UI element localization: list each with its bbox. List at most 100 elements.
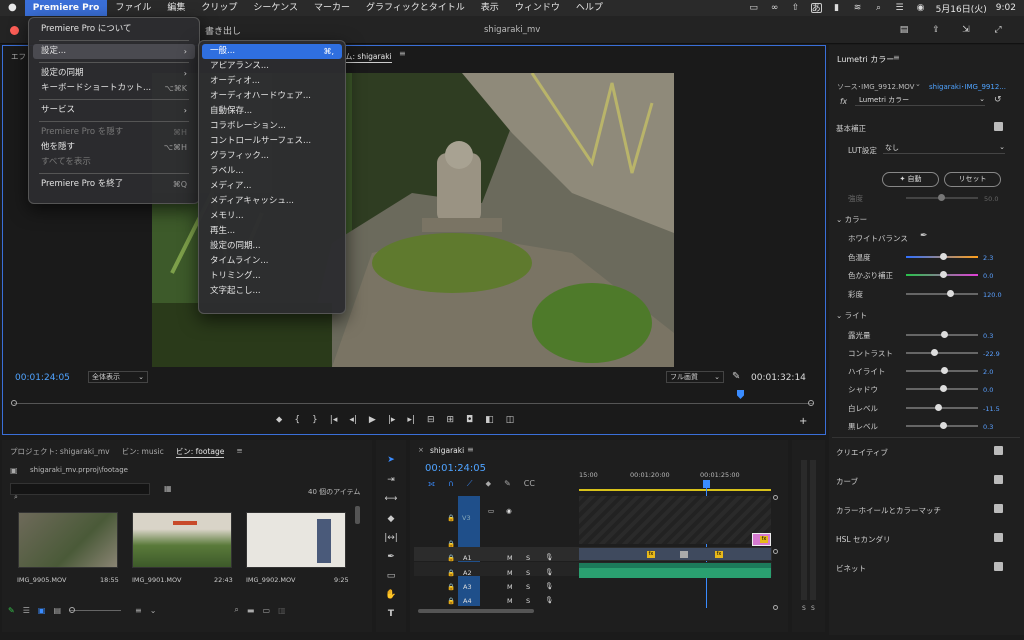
add-marker-icon[interactable]: ⬥ (276, 415, 282, 429)
menu-item-sync-settings[interactable]: 設定の同期 › (33, 66, 195, 81)
wrench-icon[interactable]: ✎ (732, 371, 740, 382)
shadows-knob[interactable] (940, 385, 947, 392)
work-area-bar[interactable] (579, 489, 771, 491)
menu-file[interactable]: ファイル (107, 0, 159, 16)
solo-button[interactable]: S (526, 554, 530, 568)
mute-button[interactable]: M (507, 554, 513, 568)
program-sequence-tab[interactable]: ム: shigaraki (345, 51, 392, 63)
lumetri-source[interactable]: ソース･IMG_9912.MOV (837, 82, 914, 92)
scrubber-end-handle[interactable] (808, 400, 814, 406)
scrubber-start-handle[interactable] (11, 400, 17, 406)
mic-icon[interactable]: 🎙 (545, 568, 553, 582)
ripple-edit-tool-icon[interactable]: ⟷ (384, 493, 398, 505)
creative-cloud-icon[interactable]: ∞ (769, 3, 781, 13)
meter-solo-left[interactable]: S (802, 605, 806, 612)
blacks-value[interactable]: 0.3 (983, 423, 993, 431)
fx-select[interactable]: Lumetri カラー ⌄ (855, 95, 985, 106)
color-wheels-checkbox[interactable] (994, 504, 1003, 513)
menu-item-about[interactable]: Premiere Pro について (33, 22, 195, 37)
wifi-icon[interactable]: ≋ (852, 3, 864, 13)
highlights-value[interactable]: 2.0 (983, 368, 993, 376)
lock-icon[interactable]: 🔒 (447, 569, 455, 583)
new-item-icon[interactable]: ▭ (262, 606, 270, 615)
track-select-tool-icon[interactable]: ⇥ (384, 474, 398, 486)
a2-audio-clip[interactable] (579, 568, 771, 578)
hsl-secondary-checkbox[interactable] (994, 533, 1003, 542)
lumetri-sequence-clip[interactable]: shigaraki･IMG_9912... (929, 82, 1006, 92)
track-label-a3[interactable]: A3 (463, 583, 472, 597)
pencil-icon[interactable]: ✎ (8, 606, 15, 615)
eyedropper-icon[interactable]: ✒ (920, 231, 928, 241)
nest-icon[interactable]: ⟗ (428, 479, 435, 489)
clip-thumbnail[interactable] (132, 512, 232, 568)
track-eye-icon[interactable]: ◉ (506, 507, 512, 521)
play-icon[interactable]: ▶ (369, 415, 376, 429)
menu-help[interactable]: ヘルプ (568, 0, 611, 16)
siri-icon[interactable]: ◉ (915, 3, 927, 13)
search-icon[interactable]: ⌕ (234, 605, 238, 615)
timeline-v-scroll-handle[interactable] (773, 495, 778, 500)
export-tab[interactable]: 書き出し (205, 24, 241, 37)
blacks-knob[interactable] (940, 422, 947, 429)
curves-checkbox[interactable] (994, 475, 1003, 484)
panel-menu-icon[interactable]: ≡ (893, 53, 900, 62)
list-view-icon[interactable]: ☰ (23, 606, 30, 615)
mark-in-icon[interactable]: { (294, 415, 300, 429)
step-back-icon[interactable]: ◂| (349, 415, 357, 429)
effects-tab[interactable]: エフ (11, 51, 26, 62)
color-section-header[interactable]: ⌄ カラー (836, 214, 867, 225)
zoom-slider[interactable] (69, 606, 121, 613)
comparison-view-icon[interactable]: ◧ (485, 415, 494, 429)
track-label-v3[interactable]: V3 (462, 514, 471, 528)
trash-icon[interactable]: ▥ (278, 606, 286, 615)
mic-icon[interactable]: 🎙 (545, 596, 553, 610)
menu-clip[interactable]: クリップ (193, 0, 245, 16)
bin-scrollbar[interactable] (355, 506, 360, 524)
timeline-v-scroll-handle[interactable] (773, 605, 778, 610)
icon-view-icon[interactable]: ▣ (38, 606, 46, 615)
settings-audio-hardware[interactable]: オーディオハードウェア... (202, 89, 342, 104)
whites-slider[interactable] (906, 407, 978, 409)
snap-icon[interactable]: ∩ (448, 479, 454, 489)
basic-correction-header[interactable]: 基本補正 (836, 123, 866, 134)
settings-memory[interactable]: メモリ... (202, 209, 342, 224)
proxy-icon[interactable]: ◫ (506, 415, 515, 429)
lock-icon[interactable]: 🔒 (447, 583, 455, 597)
menu-item-keyboard-shortcuts[interactable]: キーボードショートカット... ⌥⌘K (33, 81, 195, 96)
menu-marker[interactable]: マーカー (306, 0, 358, 16)
auto-button[interactable]: ✦ 自動 (882, 172, 939, 187)
track-label-a2[interactable]: A2 (463, 569, 472, 583)
settings-media[interactable]: メディア... (202, 179, 342, 194)
mute-button[interactable]: M (507, 569, 513, 583)
solo-button[interactable]: S (526, 583, 530, 597)
timeline-h-scrollbar[interactable] (418, 609, 534, 613)
close-window-button[interactable] (10, 26, 19, 35)
menu-item-quit[interactable]: Premiere Pro を終了 ⌘Q (33, 177, 195, 192)
settings-playback[interactable]: 再生... (202, 224, 342, 239)
input-method-icon[interactable]: あ (810, 3, 822, 14)
rectangle-tool-icon[interactable]: ▭ (384, 570, 398, 582)
menu-graphics[interactable]: グラフィックとタイトル (358, 0, 473, 16)
tab-project[interactable]: プロジェクト: shigaraki_mv (10, 446, 110, 458)
time-label[interactable]: 9:02 (996, 3, 1016, 13)
lut-select[interactable]: なし ⌄ (883, 143, 1005, 154)
saturation-knob[interactable] (947, 290, 954, 297)
meter-solo-right[interactable]: S (811, 605, 815, 612)
v1-clip[interactable] (579, 548, 771, 560)
captions-icon[interactable]: CC (524, 479, 535, 489)
panel-menu-icon[interactable]: ≡ (467, 445, 474, 454)
battery-icon[interactable]: ▮ (831, 3, 843, 13)
panel-menu-icon[interactable]: ≡ (399, 49, 406, 58)
mute-button[interactable]: M (507, 583, 513, 597)
reset-button[interactable]: リセット (944, 172, 1001, 187)
apple-menu-icon[interactable]: ● (0, 0, 25, 16)
zoom-knob[interactable] (69, 606, 75, 613)
clip-thumbnail[interactable] (246, 512, 346, 568)
saturation-value[interactable]: 120.0 (983, 291, 1002, 299)
notification-icon[interactable]: ⇧ (790, 3, 802, 13)
search-icon[interactable]: ⌕ (873, 3, 885, 13)
settings-trim[interactable]: トリミング... (202, 269, 342, 284)
quick-export-icon[interactable]: ⇲ (960, 25, 972, 35)
settings-appearance[interactable]: アピアランス... (202, 59, 342, 74)
mic-icon[interactable]: 🎙 (545, 582, 553, 596)
